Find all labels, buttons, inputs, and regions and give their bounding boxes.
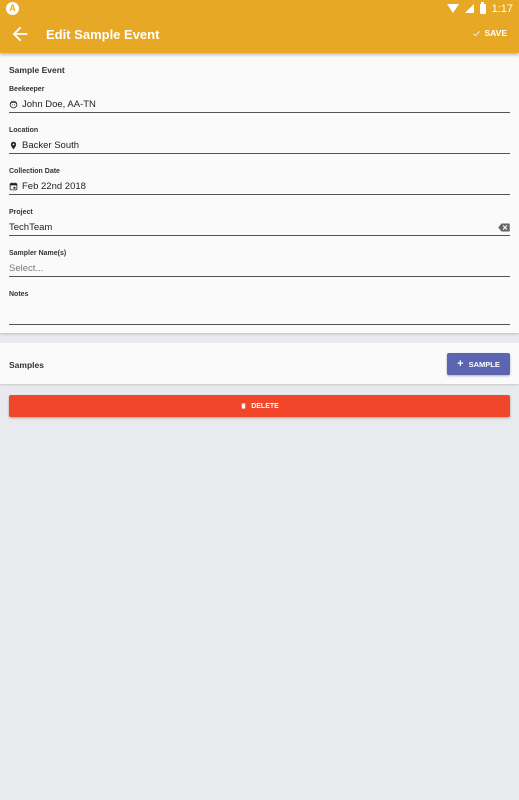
collection-date-input[interactable]: Feb 22nd 2018 — [9, 179, 510, 195]
clear-icon[interactable] — [498, 223, 510, 232]
notes-input[interactable] — [9, 302, 510, 325]
location-pin-icon — [10, 141, 17, 150]
sample-event-card: Sample Event Beekeeper John Doe, AA-TN L… — [0, 53, 519, 333]
status-bar: A 1:17 — [0, 0, 519, 17]
trash-icon — [241, 403, 246, 409]
page-title: Edit Sample Event — [46, 27, 160, 42]
section-title: Sample Event — [9, 65, 65, 75]
app-bar: Edit Sample Event SAVE — [0, 17, 519, 53]
project-value: TechTeam — [9, 222, 53, 233]
arrow-back-icon[interactable] — [9, 23, 31, 45]
status-time: 1:17 — [491, 2, 513, 15]
add-sample-button[interactable]: + SAMPLE — [447, 353, 510, 375]
beekeeper-input[interactable]: John Doe, AA-TN — [9, 97, 510, 113]
project-input[interactable]: TechTeam — [9, 220, 510, 236]
calendar-icon — [9, 182, 18, 191]
delete-label: DELETE — [251, 402, 279, 410]
sampler-names-label: Sampler Name(s) — [9, 250, 67, 257]
notes-label: Notes — [9, 291, 29, 298]
location-label: Location — [9, 127, 39, 134]
signal-icon — [464, 4, 474, 13]
wifi-icon — [446, 4, 459, 13]
samples-title: Samples — [9, 360, 44, 370]
plus-icon: + — [457, 357, 464, 370]
sampler-names-field[interactable]: Sampler Name(s) Select... — [9, 250, 510, 277]
location-value: Backer South — [22, 140, 80, 151]
collection-date-field[interactable]: Collection Date Feb 22nd 2018 — [9, 168, 510, 195]
notes-field[interactable]: Notes — [9, 291, 510, 325]
save-button-label: SAVE — [484, 28, 507, 38]
collection-date-value: Feb 22nd 2018 — [22, 181, 86, 192]
beekeeper-field[interactable]: Beekeeper John Doe, AA-TN — [9, 86, 510, 113]
location-field[interactable]: Location Backer South — [9, 127, 510, 154]
face-icon — [9, 100, 18, 109]
sampler-names-placeholder: Select... — [9, 263, 44, 274]
beekeeper-value: John Doe, AA-TN — [22, 99, 96, 110]
sampler-names-input[interactable]: Select... — [9, 261, 510, 277]
app-notification-icon: A — [6, 2, 19, 15]
project-label: Project — [9, 209, 33, 216]
battery-icon — [479, 1, 486, 14]
beekeeper-label: Beekeeper — [9, 86, 45, 93]
samples-card: Samples + SAMPLE — [0, 343, 519, 384]
add-sample-label: SAMPLE — [468, 359, 500, 369]
save-button[interactable]: SAVE — [472, 28, 507, 38]
collection-date-label: Collection Date — [9, 168, 60, 175]
delete-button[interactable]: DELETE — [9, 395, 510, 417]
project-field[interactable]: Project TechTeam — [9, 209, 510, 236]
check-icon — [473, 30, 481, 36]
location-input[interactable]: Backer South — [9, 138, 510, 154]
